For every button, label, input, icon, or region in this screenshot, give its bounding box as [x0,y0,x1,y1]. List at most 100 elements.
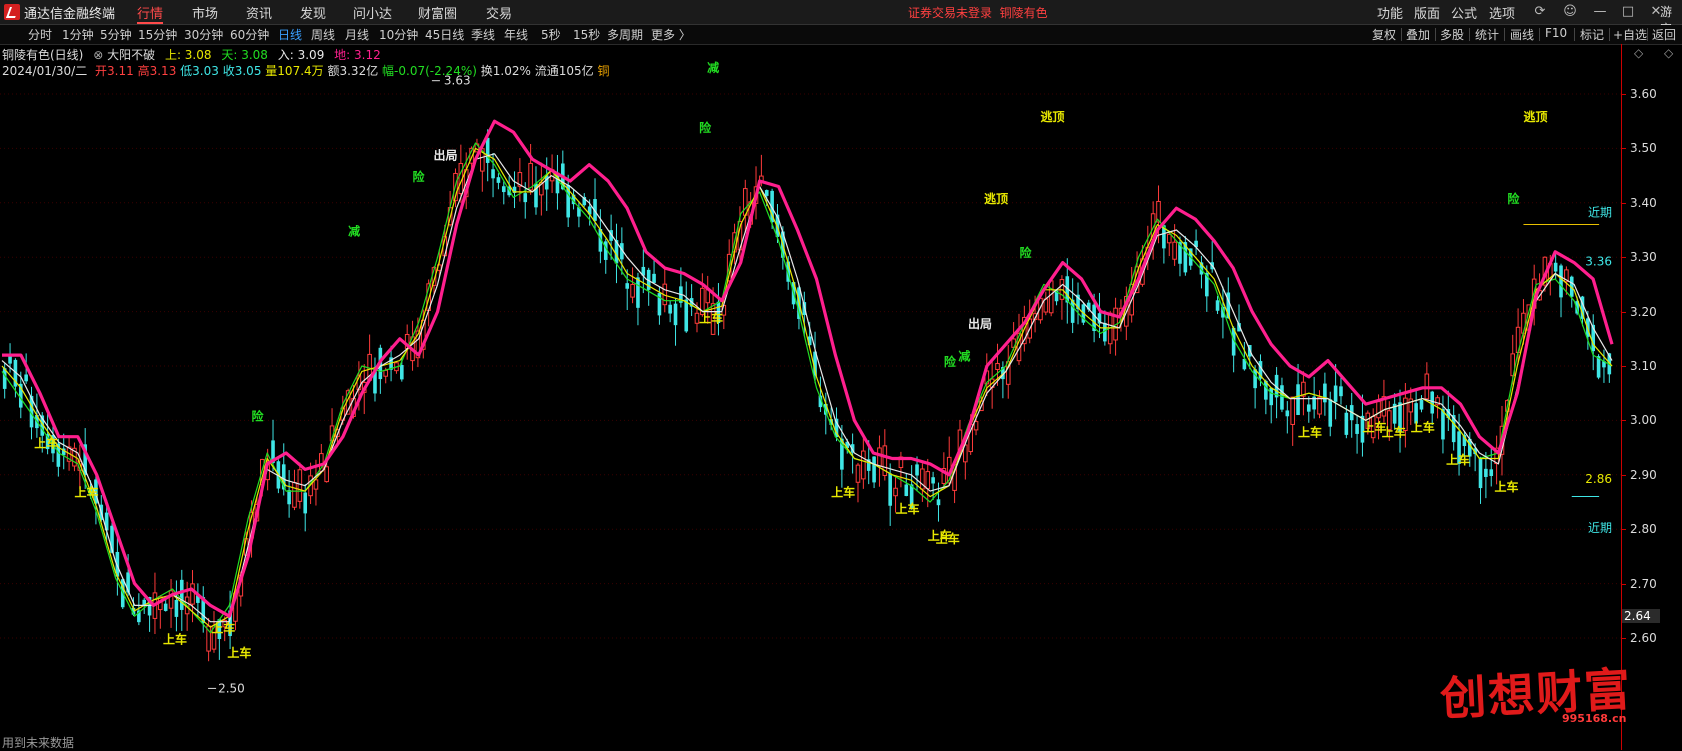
user-icon[interactable]: ☺ [1562,4,1578,20]
candle-down [174,600,179,617]
y-tick-label: 3.10 [1630,359,1657,373]
signal-label-exit: 出局 [968,316,992,331]
signal-label-buy: 上车 [1446,452,1470,467]
app-title: 通达信金融终端 [24,7,116,22]
y-tick-label: 3.20 [1630,304,1657,319]
signal-label-top: 逃顶 [1040,109,1064,124]
signal-label-exit: 出局 [433,147,457,162]
menu-hangqing[interactable]: 行情 [137,3,164,24]
candle-up [1172,241,1177,260]
login-status[interactable]: 证券交易未登录 铜陵有色 [908,4,1048,21]
y-tick-mark [1622,529,1626,531]
y-tick-label: 3.00 [1630,413,1657,428]
candle-up [1043,298,1049,313]
y-tick-mark [1622,202,1626,204]
period-daily[interactable]: 日线 [278,26,302,43]
tool-diejia[interactable]: 叠加 [1406,26,1430,43]
kline-chart[interactable]: 上车上车上车上车上车险减险出局减险上车上车上车上车上车险 减出局逃顶险逃顶上车 上车… [0,44,1621,750]
candle-down [1296,384,1300,416]
period-fenshi[interactable]: 分时 [28,26,52,43]
candle-down [1269,387,1274,406]
candle-down [1489,469,1494,477]
menu-caifuquan[interactable]: 财富圈 [418,3,457,22]
signal-label-buy: 上车 [163,631,187,646]
candle-down [501,186,506,193]
y-tick-label: 3.30 [1630,250,1657,265]
y-tick-label: 3.40 [1630,195,1657,210]
signal-label-warn: 险 [413,169,426,184]
candle-up [893,487,898,497]
period-60min[interactable]: 60分钟 [230,26,269,43]
tool-divider [1647,28,1648,41]
menu-gongshi[interactable]: 公式 [1451,3,1477,22]
menu-jiaoyi[interactable]: 交易 [486,3,512,22]
candle-down [303,492,308,514]
candle-up [313,479,319,490]
y-tick-label: 2.60 [1630,631,1657,645]
period-10min[interactable]: 10分钟 [379,26,418,43]
candle-down [1215,300,1220,311]
period-quarterly[interactable]: 季线 [471,26,495,43]
tool-divider [1435,28,1436,41]
candle-down [1253,369,1257,389]
period-more[interactable]: 更多 〉 [651,26,691,43]
candle-down [1430,391,1435,414]
signal-label-buy: 上车 [227,645,251,660]
candle-down [400,365,404,380]
period-15sec[interactable]: 15秒 [573,26,600,43]
y-tick-mark [1622,474,1626,476]
candle-down [491,169,495,179]
y-tick-mark [1622,94,1626,95]
maximize-icon[interactable]: □ [1620,4,1636,20]
y-tick-label: 2.80 [1630,522,1657,537]
tool-fanhui[interactable]: 返回 [1652,26,1676,43]
candle-down [1484,468,1488,477]
period-multi[interactable]: 多周期 [607,26,643,43]
menu-wenxiaoda[interactable]: 问小达 [353,3,392,22]
candle-up [925,471,931,490]
menu-shichang[interactable]: 市场 [192,3,218,22]
candle-down [888,473,892,506]
tool-fuquan[interactable]: 复权 [1372,26,1396,43]
menu-xuanxiang[interactable]: 选项 [1489,3,1515,22]
menu-banmian[interactable]: 版面 [1414,3,1440,22]
right-price-label: 2.86 [1585,472,1612,486]
period-45day[interactable]: 45日线 [425,26,464,43]
minimize-icon[interactable]: — [1592,4,1608,20]
future-data-note: 用到未来数据 [2,736,75,750]
menu-zixun[interactable]: 资讯 [246,3,272,22]
candle-down [1280,385,1284,410]
period-toolbar: 分时 1分钟 5分钟 15分钟 30分钟 60分钟 日线 周线 月线 10分钟 … [0,25,1682,45]
candle-down [625,283,630,289]
period-30min[interactable]: 30分钟 [184,26,223,43]
tool-huaxian[interactable]: 画线 [1510,26,1534,43]
period-15min[interactable]: 15分钟 [138,26,177,43]
tool-zixuan[interactable]: +自选 [1613,26,1647,43]
candle-down [1478,457,1483,489]
signal-label-buy: 上车 [1382,425,1406,440]
candle-down [668,304,672,314]
candle-up [297,469,303,502]
candle-down [1355,424,1359,434]
watermark-url: 995168.cn [1562,712,1627,725]
refresh-icon[interactable]: ⟳ [1532,4,1548,20]
y-tick-label: 3.50 [1630,141,1657,156]
menu-faxian[interactable]: 发现 [300,3,326,22]
signal-label-buy: 上车 [34,436,58,451]
tool-duogu[interactable]: 多股 [1440,26,1464,43]
period-5min[interactable]: 5分钟 [100,26,132,43]
period-5sec[interactable]: 5秒 [541,26,561,43]
high-marker-label: 3.63 [444,74,471,88]
candle-down [872,456,876,483]
signal-label-top: 逃顶 [984,191,1008,206]
candle-up [190,583,195,605]
tool-tongji[interactable]: 统计 [1475,26,1499,43]
tool-f10[interactable]: F10 [1545,26,1567,40]
signal-label-warn: 险 [1507,191,1520,206]
period-1min[interactable]: 1分钟 [62,26,94,43]
menu-gongneng[interactable]: 功能 [1377,3,1403,22]
period-weekly[interactable]: 周线 [311,26,335,43]
tool-biaoji[interactable]: 标记 [1580,26,1604,43]
period-monthly[interactable]: 月线 [345,26,369,43]
period-yearly[interactable]: 年线 [504,26,528,43]
